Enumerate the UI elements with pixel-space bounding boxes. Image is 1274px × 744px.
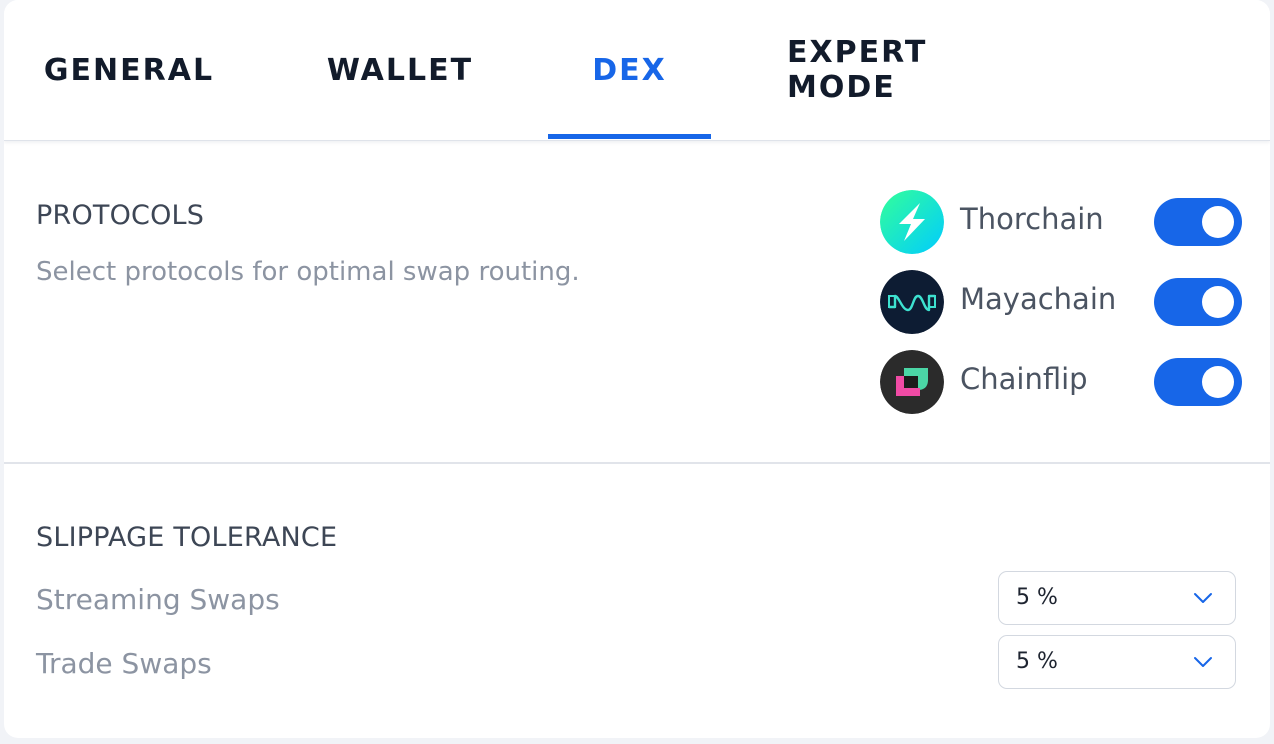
chainflip-logo-icon bbox=[880, 350, 944, 414]
tab-general[interactable]: GENERAL bbox=[44, 0, 212, 140]
protocol-row-mayachain: Mayachain bbox=[880, 270, 1242, 334]
toggle-knob bbox=[1202, 206, 1234, 238]
trade-swaps-value: 5 % bbox=[1016, 649, 1058, 674]
toggle-knob bbox=[1202, 366, 1234, 398]
trade-swaps-select[interactable]: 5 % bbox=[998, 635, 1236, 689]
protocol-row-thorchain: Thorchain bbox=[880, 190, 1242, 254]
thorchain-toggle[interactable] bbox=[1154, 198, 1242, 246]
protocols-description: Select protocols for optimal swap routin… bbox=[36, 257, 580, 287]
protocol-name-chainflip: Chainflip bbox=[960, 362, 1088, 396]
tab-wallet[interactable]: WALLET bbox=[327, 0, 471, 140]
streaming-swaps-label: Streaming Swaps bbox=[36, 583, 280, 616]
protocols-title: PROTOCOLS bbox=[36, 200, 205, 231]
toggle-knob bbox=[1202, 286, 1234, 318]
tab-dex[interactable]: DEX bbox=[548, 0, 711, 140]
streaming-swaps-value: 5 % bbox=[1016, 585, 1058, 610]
slippage-tolerance-title: SLIPPAGE TOLERANCE bbox=[36, 522, 338, 553]
page-background: GENERAL WALLET DEX EXPERT MODE PROTOCOLS… bbox=[0, 0, 1274, 744]
section-divider bbox=[4, 462, 1270, 464]
settings-card: GENERAL WALLET DEX EXPERT MODE PROTOCOLS… bbox=[4, 0, 1270, 738]
chevron-down-icon bbox=[1193, 590, 1213, 604]
chevron-down-icon bbox=[1193, 654, 1213, 668]
mayachain-logo-icon bbox=[880, 270, 944, 334]
tab-expert-mode[interactable]: EXPERT MODE bbox=[787, 0, 1027, 140]
active-tab-indicator bbox=[548, 134, 711, 139]
thorchain-logo-icon bbox=[880, 190, 944, 254]
protocol-row-chainflip: Chainflip bbox=[880, 350, 1242, 414]
mayachain-toggle[interactable] bbox=[1154, 278, 1242, 326]
chainflip-toggle[interactable] bbox=[1154, 358, 1242, 406]
settings-tab-bar: GENERAL WALLET DEX EXPERT MODE bbox=[4, 0, 1270, 141]
protocol-name-thorchain: Thorchain bbox=[960, 202, 1104, 236]
protocol-name-mayachain: Mayachain bbox=[960, 282, 1117, 316]
trade-swaps-label: Trade Swaps bbox=[36, 647, 212, 680]
streaming-swaps-select[interactable]: 5 % bbox=[998, 571, 1236, 625]
